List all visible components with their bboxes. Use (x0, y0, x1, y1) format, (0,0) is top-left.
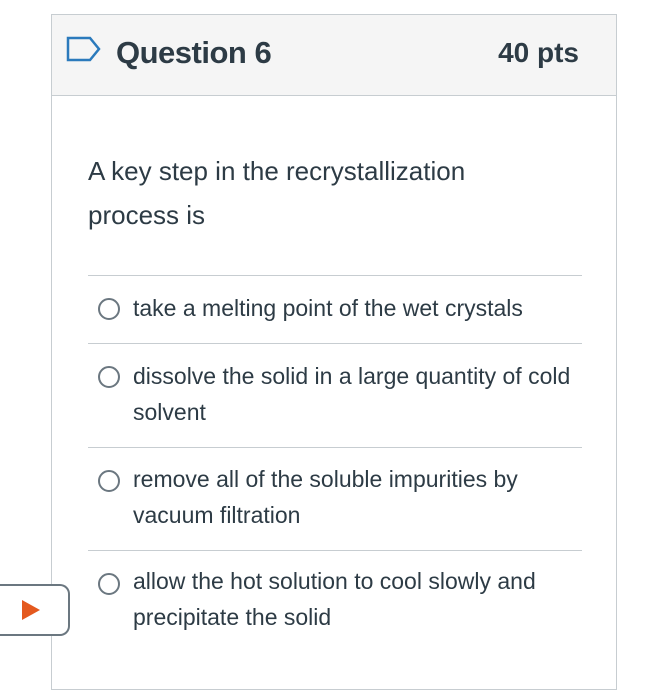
radio-button[interactable] (98, 470, 120, 492)
answer-option[interactable]: take a melting point of the wet crystals (88, 275, 582, 343)
answer-list: take a melting point of the wet crystals… (88, 275, 582, 650)
answer-option[interactable]: dissolve the solid in a large quantity o… (88, 343, 582, 447)
answer-label: dissolve the solid in a large quantity o… (133, 363, 571, 425)
radio-button[interactable] (98, 366, 120, 388)
answer-option[interactable]: allow the hot solution to cool slowly an… (88, 550, 582, 650)
answer-option[interactable]: remove all of the soluble impurities by … (88, 447, 582, 550)
answer-label: allow the hot solution to cool slowly an… (133, 568, 536, 630)
radio-button[interactable] (98, 573, 120, 595)
question-points: 40 pts (498, 37, 579, 68)
question-text: A key step in the recrystallization proc… (88, 156, 466, 230)
question-header: Question 6 40 pts (52, 15, 616, 96)
radio-button[interactable] (98, 298, 120, 320)
play-triangle-icon (22, 600, 40, 620)
flag-outline-icon[interactable] (66, 36, 102, 62)
question-title: Question 6 (116, 35, 272, 70)
answer-label: remove all of the soluble impurities by … (133, 466, 518, 528)
side-drawer-toggle[interactable] (0, 584, 70, 636)
question-card: Question 6 40 pts A key step in the recr… (51, 14, 617, 690)
answer-label: take a melting point of the wet crystals (133, 295, 523, 321)
